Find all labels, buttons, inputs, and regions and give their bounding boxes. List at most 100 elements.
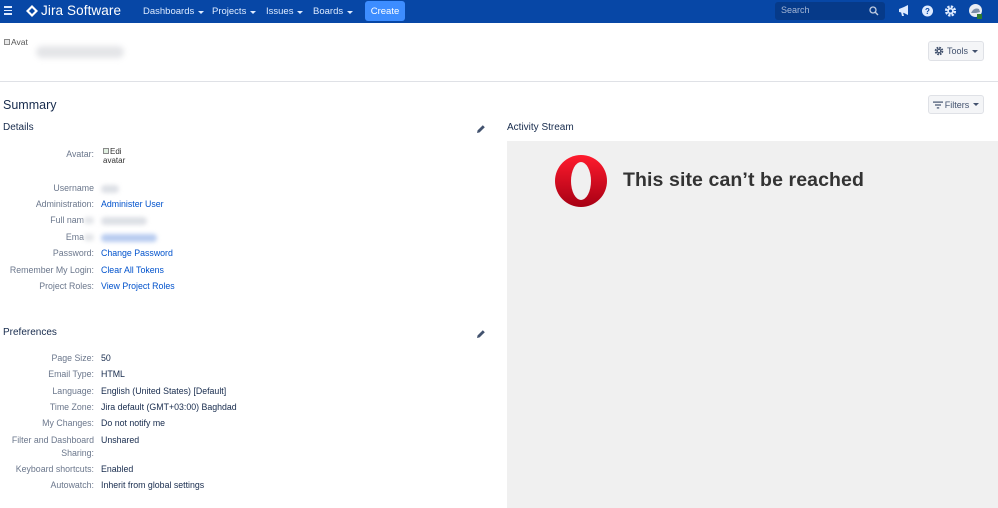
detail-row-username: Username [0, 183, 480, 197]
redacted-text [101, 216, 147, 225]
pref-value: Inherit from global settings [101, 480, 205, 490]
product-name: Jira Software [41, 3, 122, 18]
profile-avatar-alt: Avat [11, 37, 28, 47]
pref-row-keyboard-shortcuts: Keyboard shortcuts: Enabled [0, 464, 480, 478]
redacted-text [84, 234, 94, 242]
filters-button[interactable]: Filters [928, 95, 984, 114]
clear-all-tokens-link[interactable]: Clear All Tokens [101, 265, 164, 275]
profile-name-redacted [36, 46, 124, 58]
change-password-link[interactable]: Change Password [101, 248, 173, 258]
svg-text:?: ? [925, 7, 930, 16]
pref-label: Keyboard shortcuts: [15, 464, 94, 474]
pref-label: My Changes: [42, 418, 94, 428]
chevron-down-icon [972, 49, 978, 53]
pref-row-filter-sharing: Filter and Dashboard Sharing: Unshared [0, 435, 480, 461]
search-placeholder: Search [781, 5, 810, 15]
tools-button[interactable]: Tools [928, 41, 984, 61]
project-roles-label: Project Roles: [39, 281, 94, 291]
pref-row-my-changes: My Changes: Do not notify me [0, 418, 480, 432]
hamburger-icon[interactable] [4, 6, 12, 16]
nav-boards-label: Boards [313, 6, 344, 17]
pref-label-continued: Sharing: [61, 448, 94, 458]
email-value-redacted[interactable] [101, 232, 157, 242]
nav-projects-label: Projects [212, 6, 247, 17]
pref-label: Time Zone: [49, 402, 94, 412]
nav-dashboards-label: Dashboards [143, 6, 195, 17]
detail-row-remember-login: Remember My Login: Clear All Tokens [0, 265, 480, 279]
pref-value: Do not notify me [101, 418, 166, 428]
detail-row-administration: Administration: Administer User [0, 199, 480, 213]
filter-icon [932, 101, 943, 108]
administer-user-link[interactable]: Administer User [101, 199, 164, 209]
pref-label: Autowatch: [50, 480, 94, 490]
pref-value: HTML [101, 369, 125, 379]
profile-avatar-image: Avat [4, 37, 28, 47]
tools-label: Tools [946, 46, 968, 56]
email-label: Ema [66, 232, 94, 242]
user-avatar-image[interactable]: Edi avatar [103, 147, 131, 165]
page-title: Summary [3, 98, 57, 112]
username-label: Username [53, 183, 94, 193]
administration-label: Administration: [35, 199, 94, 209]
fullname-label: Full nam [50, 215, 94, 225]
detail-row-avatar: Avatar: [0, 149, 480, 163]
chevron-down-icon [250, 10, 257, 14]
pref-label: Page Size: [51, 353, 94, 363]
megaphone-icon[interactable] [898, 4, 910, 18]
gear-icon[interactable] [944, 4, 957, 18]
chevron-down-icon [347, 10, 354, 14]
username-value-redacted [101, 183, 119, 193]
chevron-down-icon [973, 103, 980, 106]
email-label-text: Ema [65, 232, 84, 242]
gear-icon [934, 46, 944, 56]
view-project-roles-link[interactable]: View Project Roles [101, 281, 175, 291]
remember-login-label: Remember My Login: [9, 265, 94, 275]
avatar-icon[interactable] [968, 3, 983, 20]
pencil-icon[interactable] [476, 124, 486, 134]
fullname-value-redacted [101, 215, 147, 225]
redacted-text [101, 233, 157, 242]
pref-row-email-type: Email Type: HTML [0, 369, 480, 383]
chevron-down-icon [198, 10, 205, 14]
pencil-icon[interactable] [476, 329, 486, 339]
detail-row-email: Ema [0, 232, 480, 246]
pref-value: 50 [101, 353, 111, 363]
filters-label: Filters [944, 99, 970, 110]
pref-row-time-zone: Time Zone: Jira default (GMT+03:00) Bagh… [0, 402, 480, 416]
opera-logo-icon [555, 155, 607, 207]
fullname-label-text: Full nam [50, 215, 84, 225]
nav-dashboards[interactable]: Dashboards [143, 6, 205, 17]
pref-value: Jira default (GMT+03:00) Baghdad [101, 402, 237, 412]
pref-row-autowatch: Autowatch: Inherit from global settings [0, 480, 480, 494]
pref-row-page-size: Page Size: 50 [0, 353, 480, 367]
broken-image-icon [103, 148, 109, 154]
search-input[interactable]: Search [775, 2, 885, 20]
help-icon[interactable]: ? [921, 4, 934, 18]
details-heading: Details [3, 122, 34, 133]
avatar-label: Avatar: [66, 149, 94, 159]
jira-logo-icon [26, 4, 38, 17]
username-label-text: Username [53, 183, 94, 193]
pref-label: Email Type: [48, 369, 94, 379]
profile-header: Avat Tools [0, 23, 998, 82]
nav-boards[interactable]: Boards [313, 6, 354, 17]
chevron-down-icon [297, 10, 304, 14]
search-icon [869, 6, 879, 16]
redacted-text [84, 217, 94, 225]
nav-issues[interactable]: Issues [266, 6, 304, 17]
pref-value: English (United States) [Default] [101, 386, 227, 396]
activity-stream-frame: This site can’t be reached [507, 141, 998, 508]
nav-issues-label: Issues [266, 6, 294, 17]
broken-image-icon [4, 39, 10, 45]
pref-label: Filter and Dashboard [11, 435, 94, 445]
create-button[interactable]: Create [365, 1, 405, 21]
detail-row-fullname: Full nam [0, 215, 480, 229]
pref-row-language: Language: English (United States) [Defau… [0, 386, 480, 400]
detail-row-project-roles: Project Roles: View Project Roles [0, 281, 480, 295]
password-label: Password: [52, 248, 94, 258]
nav-projects[interactable]: Projects [212, 6, 257, 17]
error-message: This site can’t be reached [623, 169, 865, 191]
jira-logo[interactable]: Jira Software [26, 3, 121, 18]
pref-label: Language: [52, 386, 94, 396]
redacted-text [101, 184, 119, 193]
